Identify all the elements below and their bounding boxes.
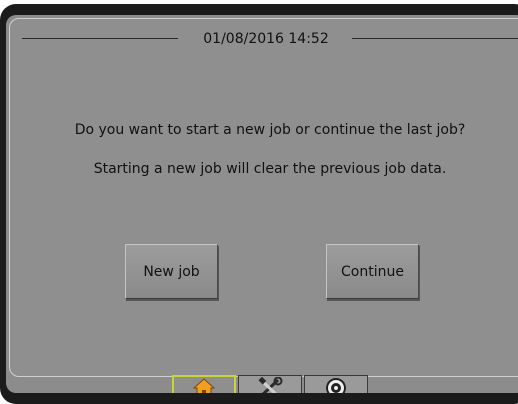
datetime-display: 01/08/2016 14:52 (203, 31, 329, 47)
job-warning-text: Starting a new job will clear the previo… (93, 161, 447, 177)
home-icon (193, 378, 215, 393)
device: 01/08/2016 14:52 Do you want to start a … (0, 0, 518, 404)
bottom-tab-bar (6, 375, 518, 393)
tools-icon (257, 377, 283, 393)
screen-bezel: 01/08/2016 14:52 Do you want to start a … (0, 4, 518, 404)
screen: 01/08/2016 14:52 Do you want to start a … (6, 15, 518, 393)
job-question-text: Do you want to start a new job or contin… (74, 122, 466, 138)
tab-tools[interactable] (238, 375, 302, 393)
gauge-icon (325, 377, 347, 393)
tab-gauge[interactable] (304, 375, 368, 393)
title-divider-right (352, 38, 518, 39)
new-job-button[interactable]: New job (125, 244, 218, 299)
job-dialog-panel: 01/08/2016 14:52 Do you want to start a … (9, 18, 518, 377)
title-divider-left (22, 38, 178, 39)
tab-home[interactable] (172, 375, 236, 393)
title-row: 01/08/2016 14:52 (10, 29, 518, 49)
continue-button[interactable]: Continue (326, 244, 419, 299)
